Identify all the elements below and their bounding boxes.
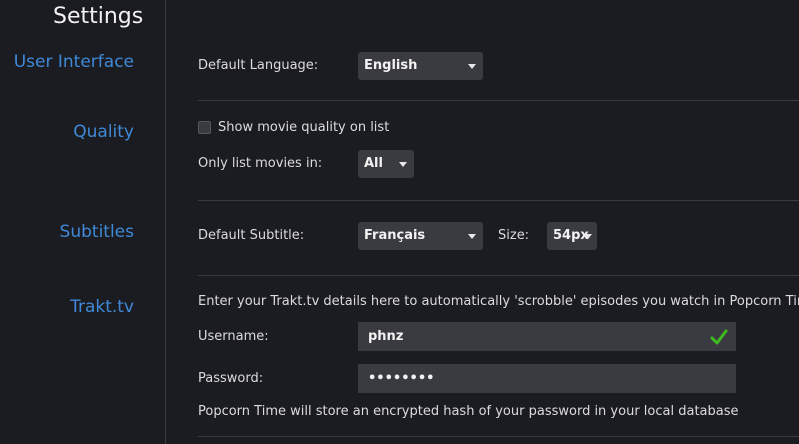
section-divider (198, 275, 799, 276)
only-list-label: Only list movies in: (198, 156, 323, 171)
default-subtitle-dropdown[interactable]: Français (358, 222, 483, 250)
subtitle-size-label: Size: (498, 228, 530, 243)
default-subtitle-label: Default Subtitle: (198, 228, 305, 243)
section-label-user-interface: User Interface (13, 52, 134, 72)
section-divider (198, 100, 799, 101)
section-divider (198, 200, 799, 201)
chevron-down-icon (399, 162, 407, 167)
settings-page: Settings User Interface Quality Subtitle… (0, 0, 799, 444)
chevron-down-icon (468, 234, 476, 239)
trakt-intro-text: Enter your Trakt.tv details here to auto… (198, 294, 799, 309)
default-language-dropdown[interactable]: English (358, 52, 483, 80)
only-list-dropdown[interactable]: All (358, 150, 414, 178)
default-language-label: Default Language: (198, 58, 319, 73)
password-input[interactable] (358, 364, 736, 393)
section-label-quality: Quality (73, 122, 134, 142)
section-label-trakt: Trakt.tv (70, 297, 134, 317)
default-subtitle-value: Français (364, 228, 426, 243)
chevron-down-icon (584, 234, 592, 239)
show-quality-checkbox[interactable] (198, 121, 211, 134)
only-list-value: All (364, 156, 383, 171)
chevron-down-icon (468, 64, 476, 69)
username-input[interactable] (358, 322, 736, 351)
username-label: Username: (198, 329, 269, 344)
trakt-password-note: Popcorn Time will store an encrypted has… (198, 404, 739, 419)
sidebar-divider (165, 0, 166, 444)
default-language-value: English (364, 58, 418, 73)
page-title: Settings (53, 4, 144, 29)
check-icon (710, 329, 728, 345)
show-quality-label: Show movie quality on list (218, 120, 390, 135)
section-label-subtitles: Subtitles (59, 222, 134, 242)
subtitle-size-dropdown[interactable]: 54px (547, 222, 597, 250)
section-divider (198, 436, 799, 437)
password-label: Password: (198, 371, 264, 386)
